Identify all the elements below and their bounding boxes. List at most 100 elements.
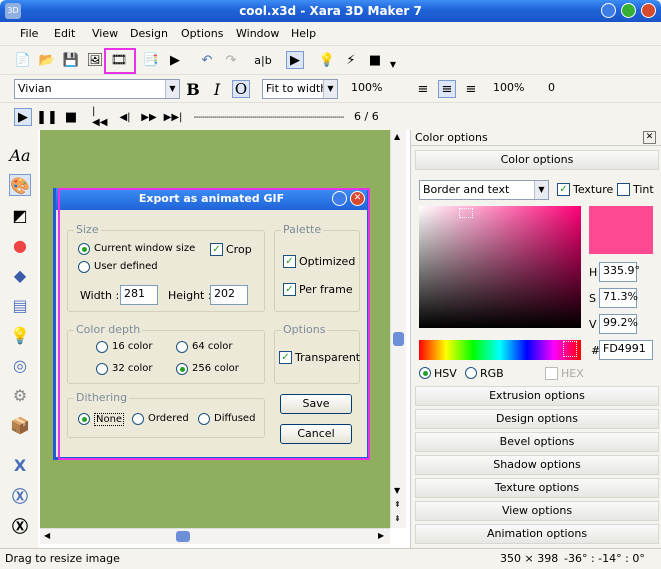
v-input[interactable]: 99.2% (599, 314, 638, 334)
menu-file[interactable]: File (20, 27, 38, 40)
undo-icon[interactable]: ↶ (198, 51, 216, 69)
hex-input[interactable]: FD4991 (599, 340, 653, 360)
horizontal-scrollbar[interactable]: ◀ ▶ (40, 528, 390, 544)
texture-label: Texture (573, 183, 614, 196)
h-input[interactable]: 335.9° (599, 262, 640, 282)
hue-slider[interactable] (419, 340, 581, 360)
minimize-button[interactable] (601, 3, 616, 18)
left-toolbar: Aa 🎨 ◩ ● ◆ ▤ 💡 ◎ ⚙ 📦 X Ⓧ Ⓧ (0, 130, 38, 548)
lightbulb-icon[interactable]: 💡 (318, 51, 336, 69)
last-frame-icon[interactable]: ▶▶| (164, 108, 183, 126)
italic-icon[interactable]: I (208, 80, 226, 99)
frame-slider[interactable] (194, 116, 344, 118)
close-button[interactable] (641, 3, 656, 18)
stop-icon[interactable]: ■ (62, 108, 80, 126)
menu-window[interactable]: Window (236, 27, 279, 40)
bold-icon[interactable]: B (184, 80, 202, 99)
vertical-scrollbar[interactable]: ▲ ▼ ⇞ ⇟ (390, 130, 406, 528)
cylinder-tool-icon[interactable]: ⚙ (9, 384, 31, 406)
spacing-field[interactable]: 100% (490, 79, 540, 99)
chevron-down-icon[interactable]: ▼ (384, 55, 402, 73)
color-options-panel: Color options ✕ Color options Border and… (410, 130, 661, 548)
tint-checkbox[interactable] (617, 183, 630, 196)
size-field[interactable]: 100% (348, 79, 398, 99)
play-icon[interactable]: ▶ (14, 108, 32, 126)
menu-edit[interactable]: Edit (54, 27, 75, 40)
outline-icon[interactable]: O (232, 80, 250, 98)
animation-options-header[interactable]: Animation options (415, 524, 659, 544)
view-tool-icon[interactable]: 📦 (9, 414, 31, 436)
chevron-down-icon[interactable]: ▼ (165, 80, 179, 98)
menu-help[interactable]: Help (291, 27, 316, 40)
first-frame-icon[interactable]: |◀◀ (92, 106, 110, 128)
hsv-radio[interactable] (419, 367, 431, 379)
text-edit-icon[interactable]: a|b (254, 51, 272, 69)
color-options-header[interactable]: Color options (415, 150, 659, 170)
texture-tool-icon[interactable]: ◎ (9, 354, 31, 376)
menu-design[interactable]: Design (130, 27, 168, 40)
export-icon[interactable]: 📑 (142, 51, 160, 69)
menu-options[interactable]: Options (181, 27, 223, 40)
align-center-icon[interactable]: ≡ (438, 80, 456, 98)
chevron-down-icon[interactable]: ▼ (323, 80, 337, 98)
lightning-icon[interactable]: ⚡ (342, 51, 360, 69)
open-icon[interactable]: 📂 (38, 51, 56, 69)
shape-tool-icon[interactable]: ◆ (9, 264, 31, 286)
design-options-header[interactable]: Design options (415, 409, 659, 429)
texture-options-header[interactable]: Texture options (415, 478, 659, 498)
prev-frame-icon[interactable]: ◀| (116, 108, 134, 126)
fit-select[interactable]: Fit to width ▼ (262, 79, 338, 99)
align-left-icon[interactable]: ≡ (414, 80, 432, 98)
saturation-value-picker[interactable] (419, 206, 581, 328)
light-tool-icon[interactable]: 💡 (9, 324, 31, 346)
scroll-thumb[interactable] (176, 531, 190, 542)
main-toolbar: 📄 📂 💾 🖼 🎞 📑 ▶ ↶ ↷ a|b ▶ 💡 ⚡ ■ ▼ (0, 46, 661, 74)
scroll-thumb[interactable] (393, 332, 404, 346)
scroll-down-icon[interactable]: ▼ (394, 486, 400, 495)
hue-cursor[interactable] (563, 341, 577, 357)
frame-icon[interactable]: ■ (366, 51, 384, 69)
anim-tool-3-icon[interactable]: Ⓧ (9, 514, 31, 536)
scroll-prev-icon[interactable]: ⇞ (394, 500, 401, 509)
redo-icon[interactable]: ↷ (222, 51, 240, 69)
save-icon[interactable]: 💾 (62, 51, 80, 69)
chevron-down-icon[interactable]: ▼ (534, 181, 548, 199)
new-icon[interactable]: 📄 (14, 51, 32, 69)
bevel-tool-icon[interactable]: ● (9, 234, 31, 256)
maximize-button[interactable] (621, 3, 636, 18)
anim-tool-1-icon[interactable]: X (9, 454, 31, 476)
play-animation-icon[interactable]: ▶ (286, 51, 304, 69)
scroll-right-icon[interactable]: ▶ (378, 531, 384, 540)
bevel-options-header[interactable]: Bevel options (415, 432, 659, 452)
scroll-up-icon[interactable]: ▲ (394, 132, 400, 141)
color-tool-icon[interactable]: 🎨 (9, 174, 31, 196)
font-select[interactable]: Vivian ▼ (14, 79, 180, 99)
frame-counter: 6 / 6 (354, 110, 379, 123)
h-label: H (589, 266, 598, 279)
scroll-next-icon[interactable]: ⇟ (394, 514, 401, 523)
align-right-icon[interactable]: ≡ (462, 80, 480, 98)
export-image-icon[interactable]: 🖼 (86, 51, 104, 69)
extrusion-options-header[interactable]: Extrusion options (415, 386, 659, 406)
hex-checkbox[interactable] (545, 367, 558, 380)
extrude-tool-icon[interactable]: ◩ (9, 204, 31, 226)
picker-cursor[interactable] (459, 208, 473, 218)
shadow-tool-icon[interactable]: ▤ (9, 294, 31, 316)
shadow-options-header[interactable]: Shadow options (415, 455, 659, 475)
panel-close-icon[interactable]: ✕ (643, 131, 656, 144)
anim-tool-2-icon[interactable]: Ⓧ (9, 484, 31, 506)
texture-checkbox[interactable]: ✓ (557, 183, 570, 196)
value-field[interactable]: 0 (545, 79, 585, 99)
target-select[interactable]: Border and text ▼ (419, 180, 549, 200)
scroll-left-icon[interactable]: ◀ (44, 531, 50, 540)
s-input[interactable]: 71.3% (599, 288, 638, 308)
hex-option-label: HEX (561, 367, 584, 380)
rgb-radio[interactable] (465, 367, 477, 379)
menu-view[interactable]: View (92, 27, 118, 40)
image-size: 350 × 398 (500, 552, 559, 565)
pause-icon[interactable]: ❚❚ (36, 108, 58, 126)
next-frame-icon[interactable]: ▶▶ (140, 108, 158, 126)
text-tool-icon[interactable]: Aa (9, 144, 31, 166)
view-options-header[interactable]: View options (415, 501, 659, 521)
export-flash-icon[interactable]: ▶ (166, 51, 184, 69)
